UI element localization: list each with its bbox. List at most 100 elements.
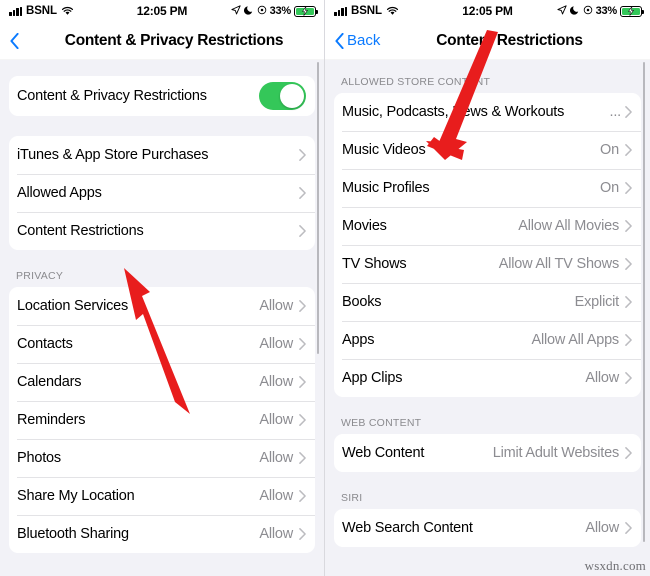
dual-screenshot-container: BSNL 12:05 PM 33% Content & Privacy Rest… [0, 0, 650, 576]
row-label: Music Videos [342, 142, 426, 158]
chevron-right-icon [299, 376, 306, 388]
row-music-profiles[interactable]: Music Profiles On [334, 169, 641, 207]
status-bar-right-group: 33% [556, 4, 644, 18]
back-button-left[interactable] [10, 32, 32, 49]
battery-percent-label: 33% [269, 5, 292, 17]
row-content-privacy-restrictions[interactable]: Content & Privacy Restrictions [9, 76, 315, 116]
web-content-card: Web Content Limit Adult Websites [334, 434, 641, 472]
row-share-my-location[interactable]: Share My Location Allow [9, 477, 315, 515]
status-bar-right: BSNL 12:05 PM 33% [325, 0, 650, 22]
chevron-right-icon [299, 187, 306, 199]
chevron-right-icon [625, 258, 632, 270]
signal-bars-icon [334, 6, 347, 16]
master-toggle-card: Content & Privacy Restrictions [9, 76, 315, 116]
siri-header: SIRI [341, 492, 363, 504]
carrier-label: BSNL [26, 5, 57, 17]
row-label: Apps [342, 332, 375, 348]
row-allowed-apps[interactable]: Allowed Apps [9, 174, 315, 212]
row-value: ... [609, 104, 622, 120]
moon-icon [243, 5, 254, 18]
chevron-right-icon [625, 372, 632, 384]
row-calendars[interactable]: Calendars Allow [9, 363, 315, 401]
row-label: Movies [342, 218, 387, 234]
allowed-store-content-header: ALLOWED STORE CONTENT [341, 76, 491, 88]
scrollbar-right[interactable] [642, 62, 645, 542]
row-web-content[interactable]: Web Content Limit Adult Websites [334, 434, 641, 472]
row-location-services[interactable]: Location Services Allow [9, 287, 315, 325]
circle-icon [583, 5, 593, 18]
row-label: Reminders [17, 412, 86, 428]
status-bar-left: BSNL 12:05 PM 33% [0, 0, 324, 22]
chevron-right-icon [625, 106, 632, 118]
row-books[interactable]: Books Explicit [334, 283, 641, 321]
location-arrow-icon [230, 4, 241, 18]
row-value: Allow [585, 370, 619, 386]
settings-list-left: Content & Privacy Restrictions iTunes & … [0, 60, 324, 576]
right-phone-screen: BSNL 12:05 PM 33% Back Content Restricti… [325, 0, 650, 576]
row-value: Allow [259, 298, 293, 314]
page-title-left: Content & Privacy Restrictions [64, 31, 284, 49]
row-label: Content & Privacy Restrictions [17, 88, 207, 104]
chevron-right-icon [299, 338, 306, 350]
chevron-right-icon [299, 528, 306, 540]
row-value: Allow [259, 412, 293, 428]
row-label: Contacts [17, 336, 73, 352]
row-label: iTunes & App Store Purchases [17, 147, 209, 163]
row-label: Web Search Content [342, 520, 473, 536]
row-value: On [600, 180, 619, 196]
chevron-right-icon [299, 149, 306, 161]
carrier-label: BSNL [351, 5, 382, 17]
chevron-left-icon [335, 32, 344, 49]
row-bluetooth-sharing[interactable]: Bluetooth Sharing Allow [9, 515, 315, 553]
left-phone-screen: BSNL 12:05 PM 33% Content & Privacy Rest… [0, 0, 325, 576]
battery-percent-label: 33% [595, 5, 618, 17]
wifi-icon [61, 6, 74, 16]
chevron-left-icon [10, 32, 19, 49]
location-arrow-icon [556, 4, 567, 18]
chevron-right-icon [299, 414, 306, 426]
row-label: Location Services [17, 298, 129, 314]
row-value: Allow All TV Shows [498, 256, 619, 272]
row-music-podcasts-news-workouts[interactable]: Music, Podcasts, News & Workouts ... [334, 93, 641, 131]
web-content-header: WEB CONTENT [341, 417, 422, 429]
chevron-right-icon [625, 220, 632, 232]
row-label: Share My Location [17, 488, 135, 504]
row-app-clips[interactable]: App Clips Allow [334, 359, 641, 397]
restrictions-card: iTunes & App Store Purchases Allowed App… [9, 136, 315, 250]
privacy-section-header: PRIVACY [16, 270, 64, 282]
row-contacts[interactable]: Contacts Allow [9, 325, 315, 363]
row-label: App Clips [342, 370, 403, 386]
scrollbar-left[interactable] [316, 62, 319, 354]
row-reminders[interactable]: Reminders Allow [9, 401, 315, 439]
content-privacy-restrictions-toggle[interactable] [259, 82, 306, 110]
row-label: Allowed Apps [17, 185, 102, 201]
row-content-restrictions[interactable]: Content Restrictions [9, 212, 315, 250]
chevron-right-icon [625, 334, 632, 346]
row-web-search-content[interactable]: Web Search Content Allow [334, 509, 641, 547]
row-value: Allow [259, 374, 293, 390]
page-title-right: Content Restrictions [436, 31, 583, 49]
row-value: Allow All Apps [531, 332, 620, 348]
row-movies[interactable]: Movies Allow All Movies [334, 207, 641, 245]
back-button-right[interactable]: Back [335, 32, 380, 49]
row-label: Photos [17, 450, 61, 466]
row-value: Allow [259, 450, 293, 466]
row-photos[interactable]: Photos Allow [9, 439, 315, 477]
privacy-card: Location Services Allow Contacts Allow C… [9, 287, 315, 553]
row-label: Music, Podcasts, News & Workouts [342, 104, 565, 120]
row-apps[interactable]: Apps Allow All Apps [334, 321, 641, 359]
row-music-videos[interactable]: Music Videos On [334, 131, 641, 169]
allowed-store-content-card: Music, Podcasts, News & Workouts ... Mus… [334, 93, 641, 397]
row-label: Calendars [17, 374, 82, 390]
row-value: Allow [259, 488, 293, 504]
siri-card: Web Search Content Allow [334, 509, 641, 547]
chevron-right-icon [299, 452, 306, 464]
battery-charging-icon [620, 5, 644, 17]
row-value: Allow [585, 520, 619, 536]
row-itunes-app-store-purchases[interactable]: iTunes & App Store Purchases [9, 136, 315, 174]
row-tv-shows[interactable]: TV Shows Allow All TV Shows [334, 245, 641, 283]
chevron-right-icon [625, 182, 632, 194]
settings-list-right: ALLOWED STORE CONTENT Music, Podcasts, N… [325, 60, 650, 576]
chevron-right-icon [625, 522, 632, 534]
row-label: Web Content [342, 445, 425, 461]
